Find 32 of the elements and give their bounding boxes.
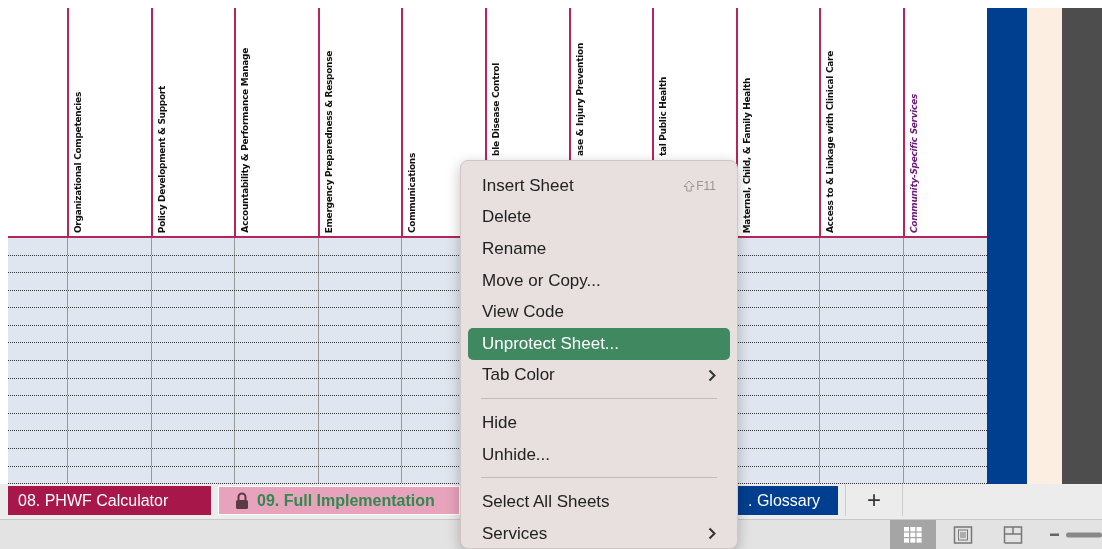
menu-item[interactable]: Services bbox=[468, 517, 730, 548]
menu-item[interactable]: Move or Copy... bbox=[468, 264, 730, 297]
column-header: Accountability & Performance Manage bbox=[240, 48, 251, 233]
shortcut-label: F11 bbox=[683, 178, 716, 193]
grid-view-icon bbox=[903, 525, 923, 544]
menu-item[interactable]: Insert Sheet F11 bbox=[468, 170, 730, 202]
column-header: Organizational Competencies bbox=[73, 92, 83, 233]
menu-item[interactable]: View Code bbox=[468, 296, 730, 328]
menu-item[interactable]: Delete bbox=[468, 201, 730, 234]
menu-item[interactable]: Tab Color bbox=[468, 359, 730, 392]
zoom-slider-icon[interactable] bbox=[1050, 531, 1102, 538]
column-header: Emergency Preparedness & Response bbox=[323, 50, 334, 233]
menu-item[interactable]: Hide bbox=[468, 407, 730, 439]
page-layout-icon bbox=[953, 525, 973, 544]
column-header: ase & Injury Prevention bbox=[574, 43, 585, 156]
column-header: tal Public Health bbox=[658, 76, 669, 156]
page-break-icon bbox=[1003, 525, 1023, 544]
shift-icon bbox=[683, 179, 696, 192]
column-header: ble Disease Control bbox=[490, 63, 501, 156]
column-header: Access to & Linkage with Clinical Care bbox=[825, 50, 836, 233]
menu-item[interactable]: Unhide... bbox=[468, 438, 730, 471]
menu-item[interactable]: Select All Sheets bbox=[468, 486, 730, 518]
sheet-tab[interactable]: 08. PHWF Calculator bbox=[8, 486, 211, 515]
column-header: Communications bbox=[407, 153, 418, 233]
column-header: Maternal, Child, & Family Health bbox=[741, 77, 752, 233]
sheet-tab[interactable]: . Glossary bbox=[738, 486, 838, 515]
column-header: Community-Specific Services bbox=[908, 94, 919, 233]
column-header: Policy Development & Support bbox=[156, 85, 167, 233]
view-button[interactable] bbox=[890, 520, 936, 549]
add-sheet-button[interactable]: + bbox=[845, 484, 903, 516]
menu-item[interactable]: Rename bbox=[468, 233, 730, 265]
menu-item[interactable]: Unprotect Sheet... bbox=[468, 327, 730, 360]
